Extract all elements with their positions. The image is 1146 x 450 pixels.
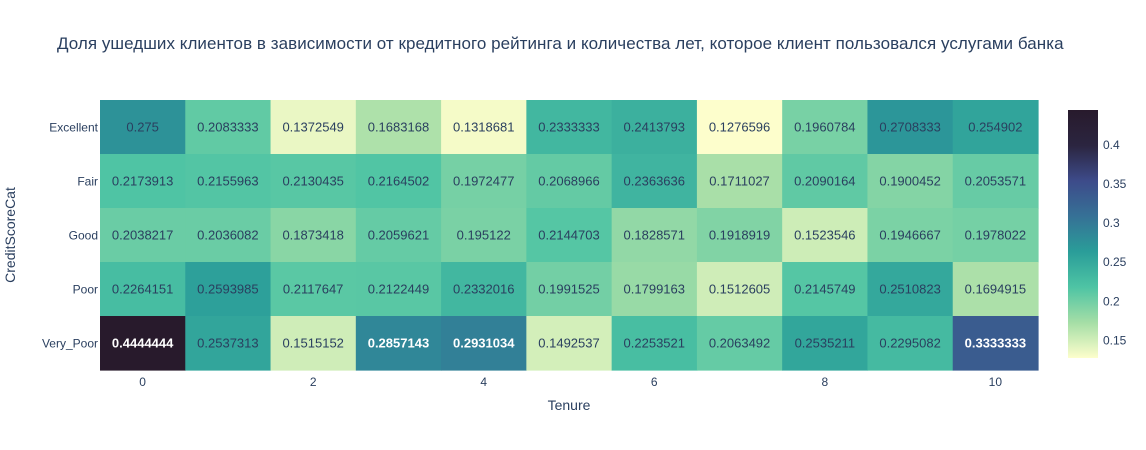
- cell-value-label: 0.2413793: [624, 120, 685, 135]
- y-tick-label: Excellent: [49, 121, 98, 135]
- y-tick-label: Poor: [73, 283, 98, 297]
- cell-value-label: 0.1978022: [965, 228, 1026, 243]
- cell-value-label: 0.1972477: [453, 174, 514, 189]
- cell-value-label: 0.2063492: [709, 336, 770, 351]
- cell-value-label: 0.2295082: [879, 336, 940, 351]
- colorbar-tick-label: 0.25: [1103, 255, 1127, 269]
- y-axis-title: CreditScoreCat: [2, 187, 18, 283]
- cell-value-label: 0.2931034: [453, 336, 515, 351]
- x-tick-label: 8: [821, 375, 828, 389]
- cell-value-label: 0.2857143: [368, 336, 429, 351]
- y-tick-label: Fair: [77, 175, 98, 189]
- cell-value-label: 0.2038217: [112, 228, 173, 243]
- cell-value-label: 0.275: [126, 120, 159, 135]
- cell-value-label: 0.2090164: [794, 174, 855, 189]
- y-tick-label: Very_Poor: [42, 337, 98, 351]
- cell-value-label: 0.1918919: [709, 228, 770, 243]
- cell-value-label: 0.3333333: [965, 336, 1026, 351]
- y-axis: Excellent Fair Good Poor Very_Poor: [42, 121, 99, 351]
- x-tick-label: 0: [139, 375, 146, 389]
- cell-value-label: 0.2173913: [112, 174, 173, 189]
- x-tick-label: 4: [480, 375, 487, 389]
- heatmap-plot: 0.275 0.2083333 0.1372549 0.1683168 0.131868…: [2, 100, 1127, 413]
- cell-value-label: 0.254902: [968, 120, 1022, 135]
- cell-value-label: 0.2053571: [965, 174, 1026, 189]
- cell-value-label: 0.195122: [457, 228, 511, 243]
- colorbar-gradient: [1068, 110, 1098, 358]
- cell-value-label: 0.2535211: [795, 336, 856, 351]
- cell-value-label: 0.1873418: [282, 228, 343, 243]
- cell-value-label: 0.2264151: [112, 282, 173, 297]
- x-tick-label: 2: [310, 375, 317, 389]
- y-tick-label: Good: [69, 229, 98, 243]
- colorbar-tick-label: 0.3: [1103, 216, 1120, 230]
- cell-value-label: 0.1960784: [794, 120, 855, 135]
- colorbar-tick-label: 0.15: [1103, 334, 1127, 348]
- x-tick-label: 10: [989, 375, 1003, 389]
- cell-value-label: 0.2145749: [794, 282, 855, 297]
- cell-value-label: 0.1828571: [624, 228, 685, 243]
- cell-value-label: 0.2537313: [197, 336, 258, 351]
- cell-value-label: 0.2708333: [879, 120, 940, 135]
- cell-value-label: 0.2122449: [368, 282, 429, 297]
- cell-value-label: 0.1991525: [538, 282, 599, 297]
- cell-value-label: 0.1276596: [709, 120, 770, 135]
- chart: Доля ушедших клиентов в зависимости от к…: [0, 0, 1146, 450]
- cell-value-label: 0.1711027: [709, 174, 770, 189]
- cell-value-label: 0.1799163: [624, 282, 685, 297]
- cell-value-label: 0.2059621: [368, 228, 429, 243]
- colorbar-tick-label: 0.4: [1103, 138, 1120, 152]
- cell-value-label: 0.1683168: [368, 120, 429, 135]
- cell-value-label: 0.4444444: [112, 336, 174, 351]
- colorbar-tick-label: 0.35: [1103, 177, 1127, 191]
- cell-value-label: 0.1372549: [282, 120, 343, 135]
- cell-value-label: 0.2036082: [197, 228, 258, 243]
- cell-value-label: 0.2510823: [879, 282, 940, 297]
- cell-value-label: 0.2333333: [538, 120, 599, 135]
- cell-value-label: 0.2332016: [453, 282, 514, 297]
- cell-value-label: 0.1946667: [879, 228, 940, 243]
- cell-value-label: 0.2164502: [368, 174, 429, 189]
- cell-value-label: 0.2363636: [624, 174, 685, 189]
- cell-value-label: 0.2083333: [197, 120, 258, 135]
- cell-value-label: 0.2155963: [197, 174, 258, 189]
- cell-value-label: 0.1694915: [965, 282, 1026, 297]
- cell-value-label: 0.2068966: [538, 174, 599, 189]
- x-axis-title: Tenure: [548, 397, 591, 413]
- cell-value-label: 0.2117647: [283, 282, 344, 297]
- cell-value-label: 0.2144703: [538, 228, 599, 243]
- cell-value-label: 0.1318681: [453, 120, 514, 135]
- cell-value-label: 0.1515152: [282, 336, 343, 351]
- colorbar: 0.15 0.2 0.25 0.3 0.35 0.4: [1068, 110, 1127, 358]
- cell-value-label: 0.1492537: [538, 336, 599, 351]
- cell-value-label: 0.2130435: [282, 174, 343, 189]
- cell-value-label: 0.1523546: [794, 228, 855, 243]
- cell-value-label: 0.2593985: [197, 282, 258, 297]
- cell-value-label: 0.2253521: [624, 336, 685, 351]
- colorbar-tick-label: 0.2: [1103, 294, 1120, 308]
- cell-value-label: 0.1512605: [709, 282, 770, 297]
- cell-value-label: 0.1900452: [879, 174, 940, 189]
- x-tick-label: 6: [651, 375, 658, 389]
- x-axis: 0 2 4 6 8 10: [139, 375, 1002, 389]
